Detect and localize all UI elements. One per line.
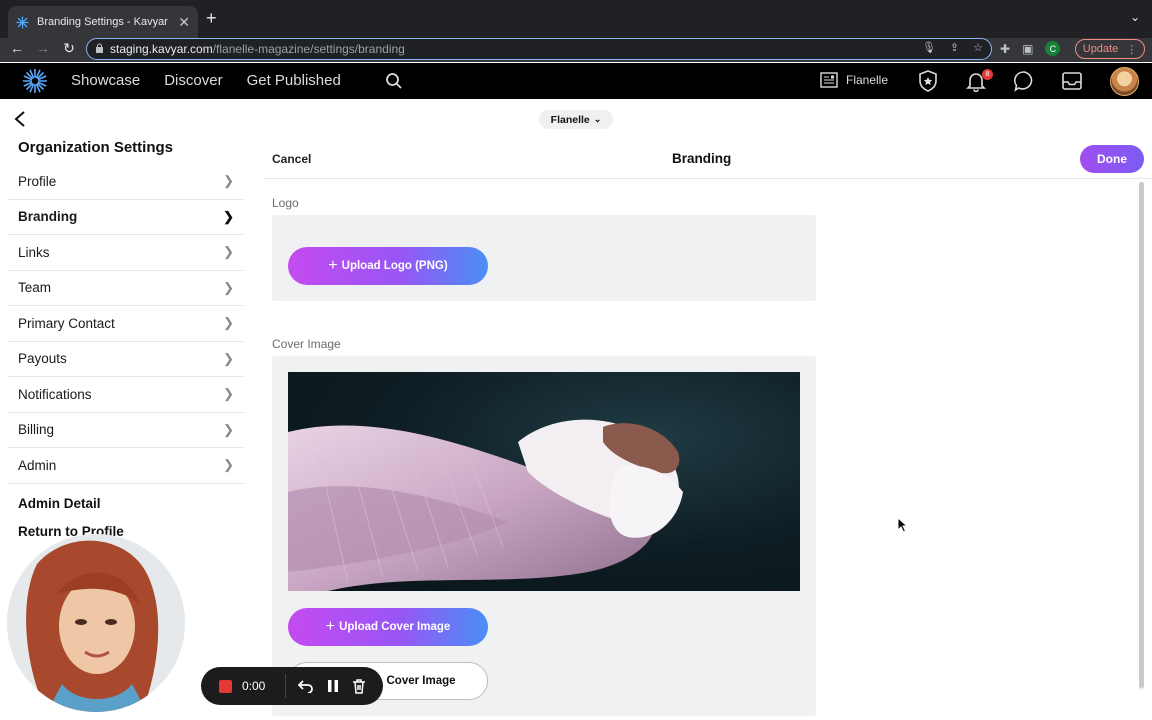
chevron-down-icon: ⌄ — [593, 114, 602, 124]
chevron-right-icon: ❯ — [223, 421, 234, 437]
browser-tab[interactable]: Branding Settings - Kavyar ✕ — [8, 6, 198, 38]
main-nav: Showcase Discover Get Published — [71, 72, 341, 89]
sidebar-title: Organization Settings — [18, 139, 174, 156]
sidebar-item-admin[interactable]: Admin ❯ — [8, 448, 244, 484]
notification-badge: 8 — [982, 69, 993, 80]
upload-cover-label: Upload Cover Image — [339, 621, 451, 633]
nav-get-published[interactable]: Get Published — [247, 72, 341, 89]
scrollbar-thumb[interactable] — [1139, 182, 1144, 688]
page-title: Branding — [672, 151, 732, 166]
kavyar-logo-icon[interactable] — [22, 68, 48, 94]
chevron-right-icon: ❯ — [223, 279, 234, 295]
update-label: Update — [1082, 43, 1119, 55]
chevron-right-icon: ❯ — [223, 208, 234, 224]
cover-section-label: Cover Image — [272, 337, 341, 351]
org-selector-pill[interactable]: Flanelle ⌄ — [539, 110, 613, 129]
pause-icon[interactable] — [327, 679, 339, 693]
header-divider — [264, 178, 1152, 179]
tab-title: Branding Settings - Kavyar — [37, 16, 168, 28]
chat-bubble-icon[interactable] — [1013, 70, 1035, 92]
more-vertical-icon: ⋮ — [1126, 43, 1138, 56]
search-icon[interactable] — [385, 72, 403, 90]
kavyar-favicon-icon — [16, 16, 29, 29]
shield-star-icon[interactable] — [918, 70, 938, 92]
chevron-right-icon: ❯ — [223, 386, 234, 402]
app-header: Showcase Discover Get Published Flanelle — [0, 63, 1152, 99]
settings-menu: Profile ❯ Branding ❯ Links ❯ Team ❯ Primary … — [8, 164, 244, 484]
back-icon[interactable]: ← — [7, 40, 27, 56]
new-tab-icon[interactable]: + — [206, 8, 217, 29]
address-bar[interactable]: staging.kavyar.com/flanelle-magazine/set… — [86, 38, 992, 60]
logo-section-label: Logo — [272, 196, 299, 210]
undo-icon[interactable] — [298, 679, 314, 693]
sidebar-item-primary-contact[interactable]: Primary Contact ❯ — [8, 306, 244, 342]
upload-logo-button[interactable]: + Upload Logo (PNG) — [288, 247, 488, 285]
cancel-button[interactable]: Cancel — [272, 152, 311, 166]
side-panel-icon[interactable]: ▣ — [1022, 42, 1033, 56]
back-arrow-icon[interactable] — [12, 110, 28, 128]
mouse-cursor-icon — [897, 517, 909, 533]
admin-detail-link[interactable]: Admin Detail — [18, 496, 101, 511]
chevron-right-icon: ❯ — [223, 457, 234, 473]
browser-tabstrip: Branding Settings - Kavyar ✕ + ⌄ — [0, 0, 1152, 38]
user-avatar[interactable] — [1110, 67, 1139, 96]
chevron-right-icon: ❯ — [223, 173, 234, 189]
cover-image-preview — [288, 372, 800, 591]
reload-icon[interactable]: ↻ — [59, 40, 79, 57]
forward-icon[interactable]: → — [33, 40, 53, 56]
upload-cover-image-button[interactable]: + Upload Cover Image — [288, 608, 488, 646]
nav-showcase[interactable]: Showcase — [71, 72, 140, 89]
share-icon[interactable]: ⇪ — [950, 41, 959, 54]
magazine-icon — [820, 72, 838, 88]
profile-avatar-icon[interactable]: C — [1045, 41, 1061, 56]
recording-timer: 0:00 — [242, 679, 266, 693]
org-switcher-label: Flanelle — [846, 73, 889, 87]
sidebar-item-billing[interactable]: Billing ❯ — [8, 413, 244, 448]
sidebar-item-profile[interactable]: Profile ❯ — [8, 164, 244, 200]
trash-icon[interactable] — [352, 678, 366, 694]
recording-controls: 0:00 — [201, 667, 383, 705]
chevron-right-icon: ❯ — [223, 244, 234, 260]
recorder-divider — [285, 674, 287, 698]
sidebar-item-links[interactable]: Links ❯ — [8, 235, 244, 271]
plus-icon: + — [325, 618, 336, 635]
tab-search-chevron-icon[interactable]: ⌄ — [1130, 10, 1140, 24]
browser-toolbar: ← → ↻ staging.kavyar.com/flanelle-magazi… — [0, 38, 1152, 62]
update-button[interactable]: Update ⋮ — [1075, 39, 1145, 59]
sidebar-item-payouts[interactable]: Payouts ❯ — [8, 342, 244, 377]
upload-logo-label: Upload Logo (PNG) — [341, 260, 448, 272]
extensions-puzzle-icon[interactable]: ✚ — [1000, 42, 1010, 56]
org-switcher[interactable]: Flanelle — [820, 72, 888, 88]
plus-icon: + — [328, 257, 338, 274]
url-text: staging.kavyar.com/flanelle-magazine/set… — [110, 42, 405, 56]
chevron-right-icon: ❯ — [223, 350, 234, 366]
stop-recording-icon[interactable] — [219, 679, 232, 693]
done-button[interactable]: Done — [1080, 145, 1144, 173]
lock-icon — [95, 43, 104, 56]
remove-cover-label: Cover Image — [386, 675, 456, 687]
sidebar-item-notifications[interactable]: Notifications ❯ — [8, 377, 244, 413]
sidebar-item-team[interactable]: Team ❯ — [8, 271, 244, 306]
webcam-bubble[interactable] — [7, 534, 185, 712]
sidebar-item-branding[interactable]: Branding ❯ — [8, 200, 244, 235]
microphone-icon[interactable]: 🎙 — [922, 41, 936, 54]
inbox-icon[interactable] — [1061, 70, 1083, 92]
bookmark-star-icon[interactable]: ☆ — [973, 41, 983, 54]
chevron-right-icon: ❯ — [223, 315, 234, 331]
nav-discover[interactable]: Discover — [164, 72, 222, 89]
org-selector-label: Flanelle — [550, 113, 590, 126]
close-tab-icon[interactable]: ✕ — [178, 14, 190, 31]
